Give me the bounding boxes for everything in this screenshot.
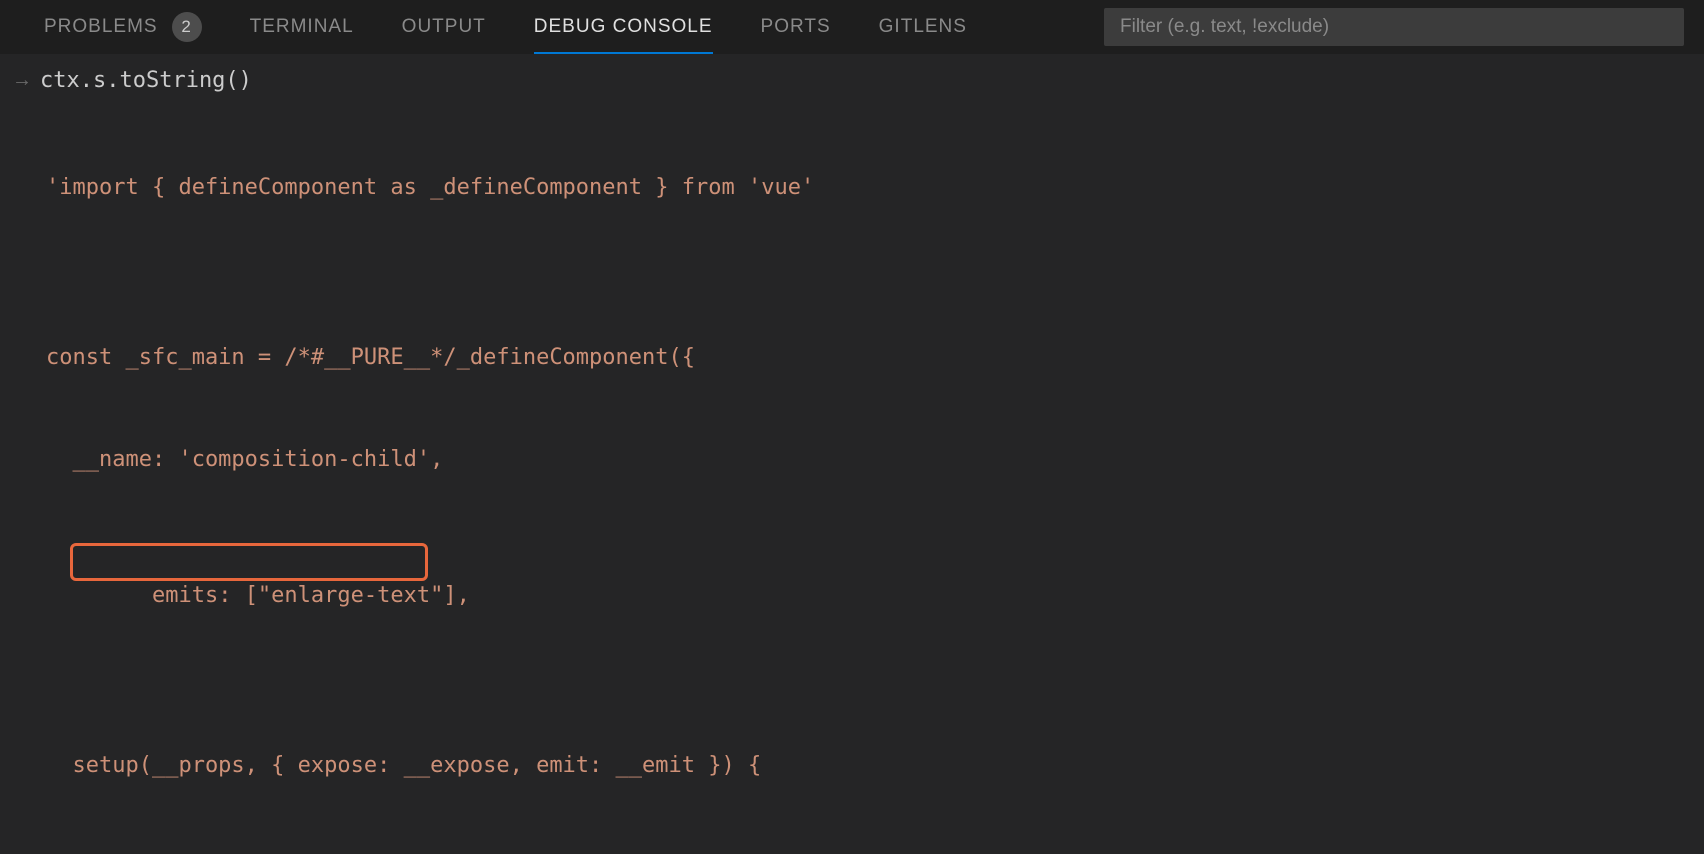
tab-debug-console-label: DEBUG CONSOLE: [534, 16, 713, 38]
code-line: 'import { defineComponent as _defineComp…: [46, 171, 1704, 205]
filter-input[interactable]: [1104, 8, 1684, 46]
tab-terminal[interactable]: TERMINAL: [226, 0, 378, 54]
panel-header: PROBLEMS 2 TERMINAL OUTPUT DEBUG CONSOLE…: [0, 0, 1704, 54]
tab-ports-label: PORTS: [761, 16, 831, 38]
tab-output[interactable]: OUTPUT: [378, 0, 510, 54]
code-line: const _sfc_main = /*#__PURE__*/_defineCo…: [46, 341, 1704, 375]
tab-ports[interactable]: PORTS: [737, 0, 855, 54]
tab-terminal-label: TERMINAL: [250, 16, 354, 38]
code-line: emits: ["enlarge-text"],: [46, 545, 1704, 681]
input-arrow-icon: →: [4, 69, 40, 92]
code-line: __name: 'composition-child',: [46, 443, 1704, 477]
problems-count-badge: 2: [172, 12, 202, 42]
tab-debug-console[interactable]: DEBUG CONSOLE: [510, 0, 737, 54]
code-text: emits: ["enlarge-text"],: [125, 583, 469, 608]
tab-problems[interactable]: PROBLEMS 2: [20, 0, 226, 54]
code-line: setup(__props, { expose: __expose, emit:…: [46, 749, 1704, 783]
console-input-line: → ctx.s.toString(): [0, 68, 1704, 103]
panel-tabs: PROBLEMS 2 TERMINAL OUTPUT DEBUG CONSOLE…: [20, 0, 1104, 54]
console-body: → ctx.s.toString() 'import { defineCompo…: [0, 54, 1704, 854]
console-output: 'import { defineComponent as _defineComp…: [0, 103, 1704, 854]
tab-gitlens[interactable]: GITLENS: [855, 0, 991, 54]
tab-gitlens-label: GITLENS: [879, 16, 967, 38]
filter-container: [1104, 8, 1684, 46]
tab-problems-label: PROBLEMS: [44, 16, 158, 38]
highlight-annotation-emits-array: [70, 543, 428, 581]
tab-output-label: OUTPUT: [402, 16, 486, 38]
console-input-expression: ctx.s.toString(): [40, 68, 252, 93]
